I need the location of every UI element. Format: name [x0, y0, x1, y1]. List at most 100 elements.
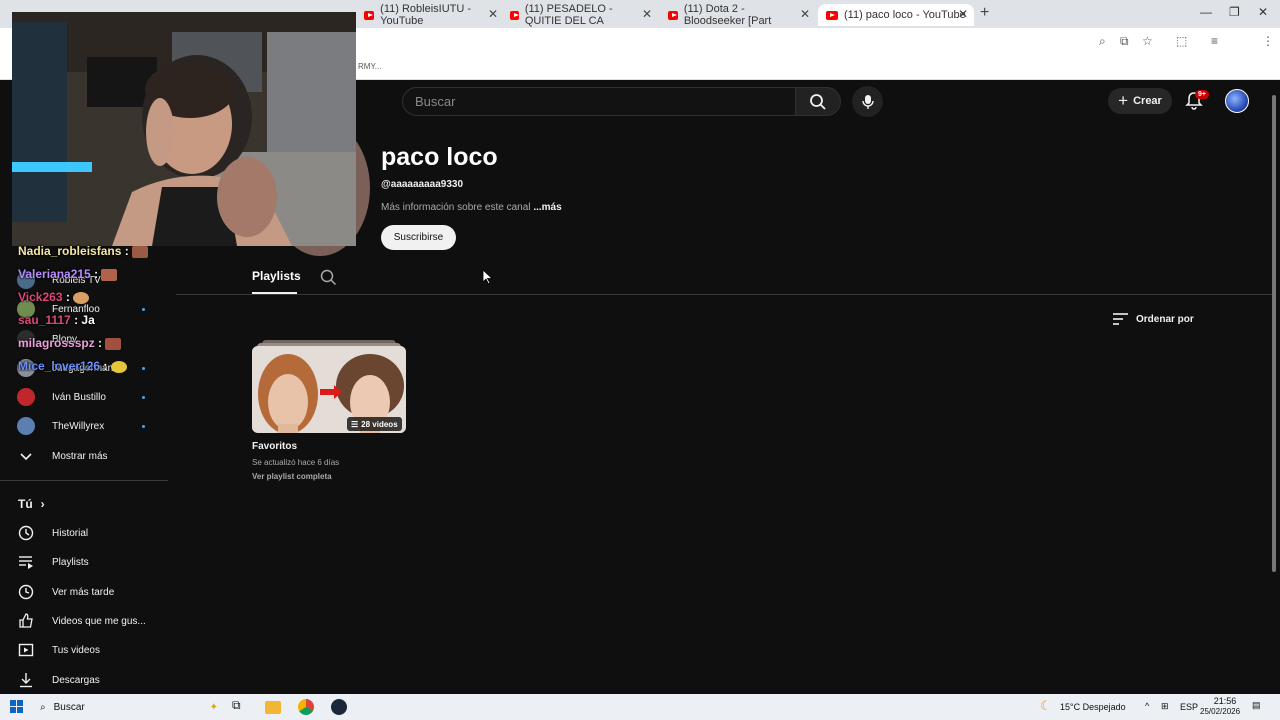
- you-label: Tú: [18, 497, 33, 511]
- plus-icon: +: [1118, 91, 1129, 110]
- search-input[interactable]: Buscar: [402, 87, 796, 116]
- chevron-right-icon: ›: [40, 497, 45, 511]
- restore-icon[interactable]: ❐: [1229, 5, 1240, 19]
- bookmark-item[interactable]: RMY...: [358, 62, 381, 71]
- close-window-icon[interactable]: ✕: [1258, 5, 1268, 19]
- subscription-name: TheWillyrex: [52, 420, 105, 432]
- sparkle-icon: ✦: [209, 701, 218, 713]
- zoom-icon[interactable]: ⌕: [1099, 34, 1106, 49]
- emote-icon: [101, 268, 118, 281]
- network-icon[interactable]: ⊞: [1161, 701, 1169, 712]
- minimize-icon[interactable]: —: [1200, 5, 1212, 19]
- new-content-dot: [142, 367, 145, 370]
- show-more-label: Mostrar más: [52, 450, 108, 462]
- search-placeholder: Buscar: [415, 94, 456, 109]
- sidebar-subscription-item[interactable]: TheWillyrex: [0, 412, 168, 440]
- browser-tab[interactable]: (11) PESADELO - QUITIE DEL CA ✕: [502, 3, 658, 27]
- close-tab-icon[interactable]: ✕: [642, 7, 652, 21]
- sort-label: Ordenar por: [1136, 313, 1194, 325]
- windows-start-icon[interactable]: [10, 700, 23, 713]
- page-scrollbar[interactable]: [1272, 95, 1276, 572]
- tab-label: (11) RobleisIUTU - YouTube: [380, 3, 472, 27]
- sidebar-subscription-item[interactable]: Iván Bustillo: [0, 383, 168, 411]
- subscribe-button[interactable]: Suscribirse: [381, 225, 456, 250]
- taskbar-search[interactable]: ⌕ Buscar ✦: [32, 697, 218, 717]
- youtube-icon: [364, 10, 375, 20]
- create-button[interactable]: + Crear: [1108, 88, 1172, 114]
- channel-about[interactable]: Más información sobre este canal ...más: [381, 202, 562, 213]
- close-tab-icon[interactable]: ✕: [800, 7, 810, 21]
- tabs-divider: [176, 294, 1272, 295]
- search-icon: [810, 93, 826, 110]
- chat-separator: :: [100, 359, 108, 373]
- emote-icon: [110, 360, 127, 373]
- tab-label: (11) Dota 2 - Bloodseeker [Part: [683, 3, 772, 27]
- bookmark-star-icon[interactable]: ☆: [1142, 34, 1153, 48]
- task-view-icon[interactable]: ⧉: [232, 698, 250, 716]
- sidebar-item-history[interactable]: Historial: [0, 519, 168, 547]
- browser-tab-active[interactable]: (11) paco loco - YouTube ✕: [818, 4, 974, 26]
- emote-icon: [73, 291, 90, 304]
- steam-icon[interactable]: [331, 699, 347, 715]
- chat-username: Vick263: [18, 290, 63, 304]
- channel-search-icon[interactable]: [320, 269, 337, 286]
- sort-button[interactable]: Ordenar por: [1113, 313, 1194, 325]
- install-app-icon[interactable]: ⧉: [1120, 34, 1129, 49]
- extensions-icon[interactable]: ⬚: [1176, 34, 1187, 48]
- channel-name: paco loco: [381, 143, 498, 171]
- notification-center-icon[interactable]: ▤: [1252, 700, 1261, 711]
- history-icon: [18, 525, 34, 541]
- chat-message: Nadia_robleisfans :: [18, 244, 149, 258]
- your-videos-icon: [18, 643, 34, 657]
- taskbar-search-label: Buscar: [53, 701, 85, 713]
- chat-separator: :: [90, 267, 99, 281]
- microphone-icon: [861, 94, 874, 109]
- new-tab-button[interactable]: +: [980, 4, 989, 22]
- sidebar-item-label: Ver más tarde: [52, 586, 115, 598]
- browser-tab[interactable]: (11) Dota 2 - Bloodseeker [Part ✕: [660, 3, 816, 27]
- chrome-icon[interactable]: [298, 699, 314, 715]
- sidebar-item-playlists[interactable]: Playlists: [0, 548, 168, 576]
- chevron-down-icon: [20, 453, 32, 461]
- sidebar-item-watch-later[interactable]: Ver más tarde: [0, 578, 168, 606]
- language-indicator[interactable]: ESP: [1180, 702, 1198, 712]
- screen-root: { "browser": { "tabs": [ {"label": "(11)…: [0, 0, 1280, 720]
- chat-separator: :: [121, 244, 129, 258]
- close-tab-icon[interactable]: ✕: [958, 7, 968, 21]
- tray-chevron-icon[interactable]: ^: [1145, 701, 1149, 711]
- emote-icon: [105, 337, 122, 350]
- sidebar-you-header[interactable]: Tú ›: [18, 497, 45, 511]
- search-icon: ⌕: [40, 701, 46, 713]
- channel-about-more[interactable]: ...más: [533, 202, 561, 213]
- chat-message: sau_1117 : Ja: [18, 313, 95, 327]
- channel-avatar-small: [17, 417, 35, 435]
- sidebar-show-more[interactable]: Mostrar más: [0, 442, 168, 470]
- chat-message: Mice_lover126 :: [18, 359, 127, 373]
- chat-username: sau_1117: [18, 313, 71, 327]
- chat-text: Ja: [78, 313, 95, 327]
- tab-playlists[interactable]: Playlists: [252, 269, 301, 283]
- weather-text[interactable]: 15°C Despejado: [1060, 702, 1126, 712]
- sidebar-item-downloads[interactable]: Descargas: [0, 666, 168, 694]
- browser-tab[interactable]: (11) RobleisIUTU - YouTube ✕: [356, 3, 504, 27]
- close-tab-icon[interactable]: ✕: [488, 7, 498, 21]
- chat-separator: :: [62, 290, 70, 304]
- sidebar-item-liked-videos[interactable]: Videos que me gus...: [0, 607, 168, 635]
- voice-search-button[interactable]: [852, 86, 883, 117]
- account-avatar[interactable]: [1225, 89, 1249, 113]
- playlist-updated: Se actualizó hace 6 días: [252, 458, 340, 467]
- clock-time[interactable]: 21:56: [1210, 696, 1240, 706]
- search-button[interactable]: [795, 87, 841, 116]
- tab-label: (11) PESADELO - QUITIE DEL CA: [524, 3, 613, 27]
- media-control-icon[interactable]: ≡: [1211, 34, 1218, 48]
- playlist-title[interactable]: Favoritos: [252, 441, 297, 452]
- file-explorer-icon[interactable]: [265, 701, 281, 714]
- mouse-cursor-icon: [482, 269, 494, 285]
- clock-date[interactable]: 25/02/2026: [1200, 707, 1240, 716]
- sidebar-item-label: Historial: [52, 527, 89, 539]
- sidebar-item-label: Descargas: [52, 674, 100, 686]
- chat-separator: :: [94, 336, 103, 350]
- browser-menu-icon[interactable]: ⋮: [1262, 34, 1274, 48]
- view-full-playlist-link[interactable]: Ver playlist completa: [252, 472, 332, 481]
- sidebar-item-your-videos[interactable]: Tus videos: [0, 636, 168, 664]
